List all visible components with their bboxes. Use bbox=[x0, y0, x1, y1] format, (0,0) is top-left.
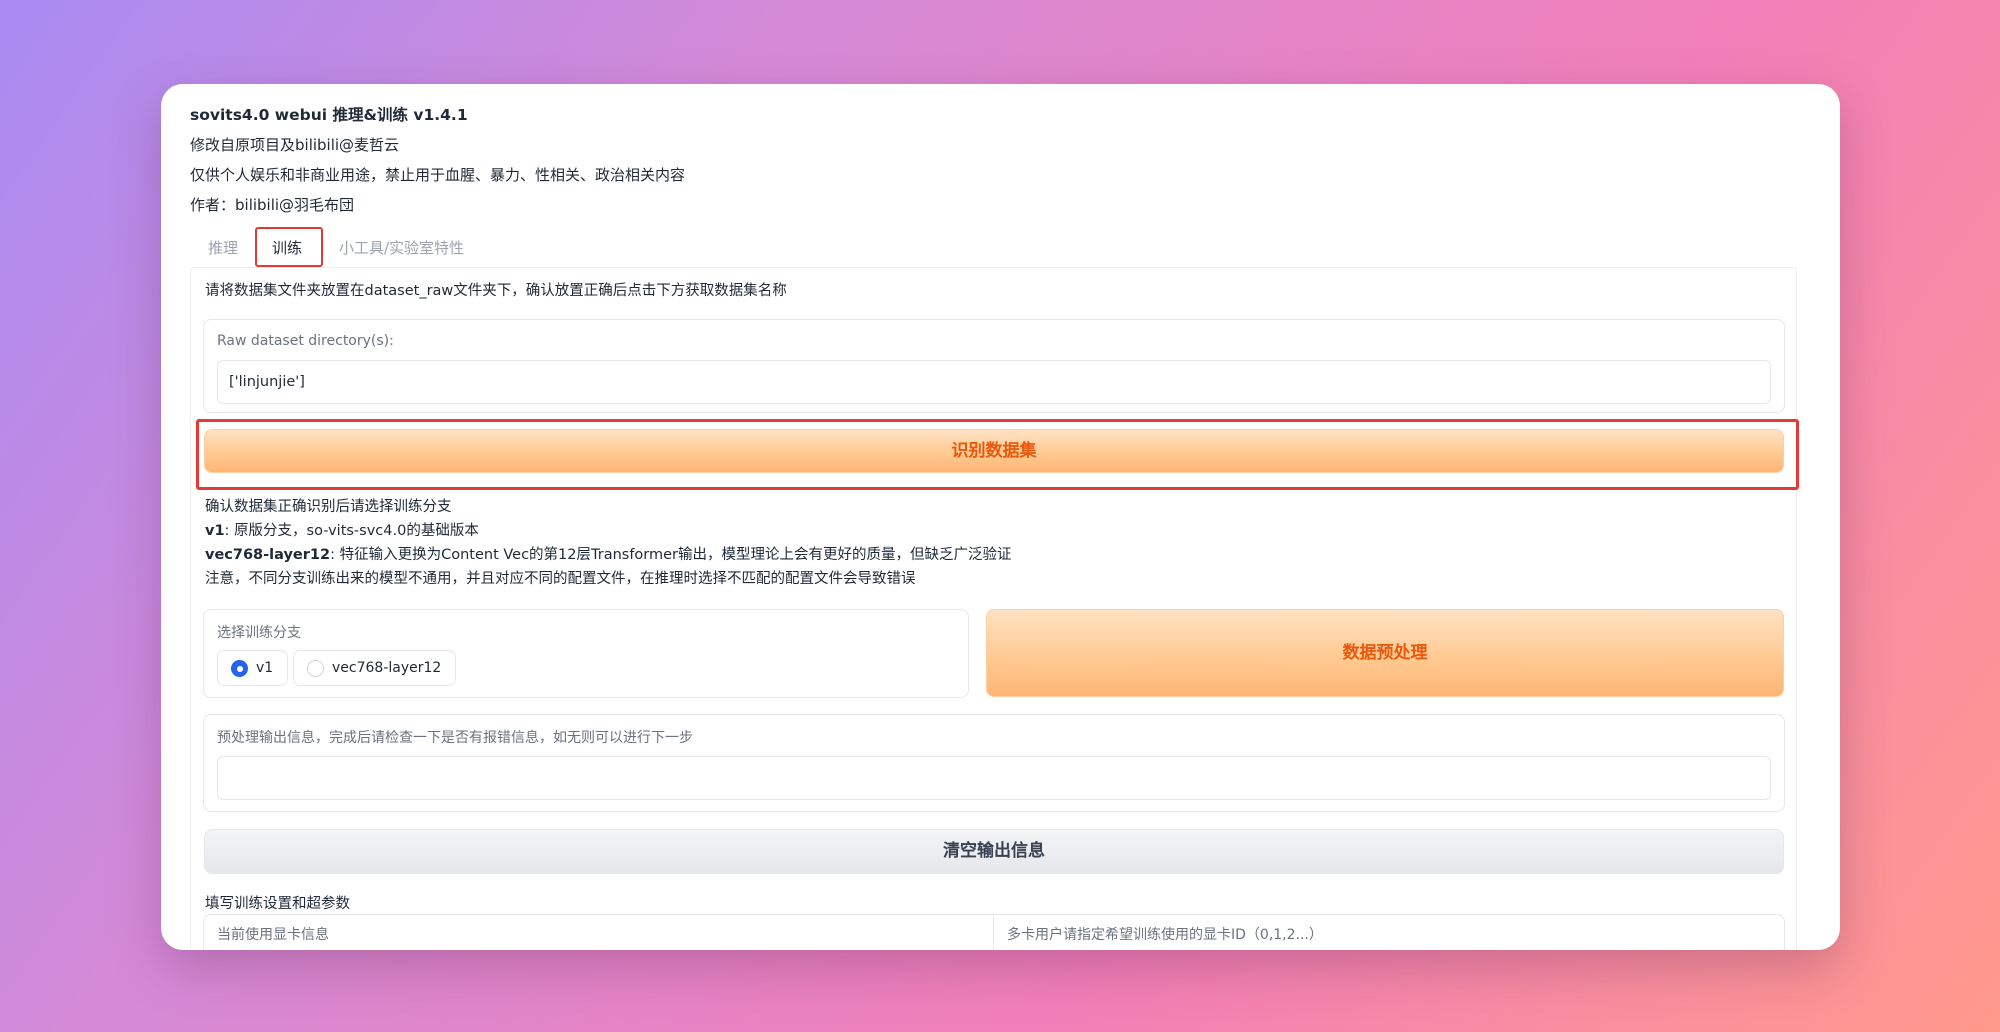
branch-option-v1[interactable]: v1 bbox=[217, 650, 289, 686]
branch-vec-name: vec768-layer12 bbox=[205, 547, 331, 563]
branch-vec-desc: : 特征输入更换为Content Vec的第12层Transformer输出，模… bbox=[330, 547, 1012, 563]
credit-line: 修改自原项目及bilibili@麦哲云 bbox=[190, 136, 400, 154]
author-line: 作者：bilibili@羽毛布団 bbox=[190, 196, 355, 214]
preprocess-button[interactable]: 数据预处理 bbox=[986, 609, 1784, 697]
branch-option-vec768-label: vec768-layer12 bbox=[332, 660, 442, 676]
preprocess-output-label: 预处理输出信息，完成后请检查一下是否有报错信息，如无则可以进行下一步 bbox=[217, 730, 693, 746]
radio-unchecked-icon bbox=[307, 660, 324, 677]
branch-v1-desc: : 原版分支，so-vits-svc4.0的基础版本 bbox=[224, 523, 479, 539]
raw-dataset-field[interactable]: ['linjunjie'] bbox=[217, 360, 1771, 404]
gpu-id-cell: 多卡用户请指定希望训练使用的显卡ID（0,1,2...） bbox=[994, 915, 1784, 950]
tab-tools-lab[interactable]: 小工具/实验室特性 bbox=[339, 228, 464, 268]
raw-dataset-label: Raw dataset directory(s): bbox=[217, 333, 394, 349]
clear-output-button[interactable]: 清空输出信息 bbox=[204, 829, 1784, 874]
train-tab-panel: 请将数据集文件夹放置在dataset_raw文件夹下，确认放置正确后点击下方获取… bbox=[190, 267, 1799, 950]
usage-notice: 仅供个人娱乐和非商业用途，禁止用于血腥、暴力、性相关、政治相关内容 bbox=[190, 166, 686, 184]
branch-vec-note: vec768-layer12: 特征输入更换为Content Vec的第12层T… bbox=[205, 543, 1012, 564]
branch-v1-note: v1: 原版分支，so-vits-svc4.0的基础版本 bbox=[205, 519, 479, 540]
gpu-info-label: 当前使用显卡信息 bbox=[217, 927, 329, 943]
branch-note-title: 确认数据集正确识别后请选择训练分支 bbox=[205, 499, 452, 515]
active-tab-highlight bbox=[255, 227, 323, 267]
webui-window: sovits4.0 webui 推理&训练 v1.4.1 修改自原项目及bili… bbox=[161, 84, 1840, 950]
tab-inference[interactable]: 推理 bbox=[208, 228, 238, 268]
settings-row-block: 当前使用显卡信息 多卡用户请指定希望训练使用的显卡ID（0,1,2...） bbox=[203, 914, 1785, 950]
dataset-intro-text: 请将数据集文件夹放置在dataset_raw文件夹下，确认放置正确后点击下方获取… bbox=[205, 283, 787, 299]
branch-select-block: 选择训练分支 v1 vec768-layer12 bbox=[203, 609, 969, 698]
branch-option-vec768[interactable]: vec768-layer12 bbox=[293, 650, 457, 686]
branch-v1-name: v1 bbox=[205, 523, 225, 539]
radio-checked-icon bbox=[231, 660, 248, 677]
gpu-info-cell: 当前使用显卡信息 bbox=[204, 915, 994, 950]
branch-option-v1-label: v1 bbox=[256, 660, 274, 676]
preprocess-output-field[interactable] bbox=[217, 756, 1771, 800]
page-content: sovits4.0 webui 推理&训练 v1.4.1 修改自原项目及bili… bbox=[190, 84, 1799, 950]
page-title: sovits4.0 webui 推理&训练 v1.4.1 bbox=[190, 106, 468, 124]
settings-title: 填写训练设置和超参数 bbox=[205, 896, 350, 912]
identify-dataset-button[interactable]: 识别数据集 bbox=[204, 429, 1784, 473]
raw-dataset-block: Raw dataset directory(s): ['linjunjie'] bbox=[203, 319, 1785, 413]
branch-warning: 注意，不同分支训练出来的模型不通用，并且对应不同的配置文件，在推理时选择不匹配的… bbox=[205, 571, 916, 587]
branch-select-label: 选择训练分支 bbox=[217, 625, 301, 641]
gpu-id-label: 多卡用户请指定希望训练使用的显卡ID（0,1,2...） bbox=[1007, 927, 1323, 943]
preprocess-output-block: 预处理输出信息，完成后请检查一下是否有报错信息，如无则可以进行下一步 bbox=[203, 714, 1785, 812]
